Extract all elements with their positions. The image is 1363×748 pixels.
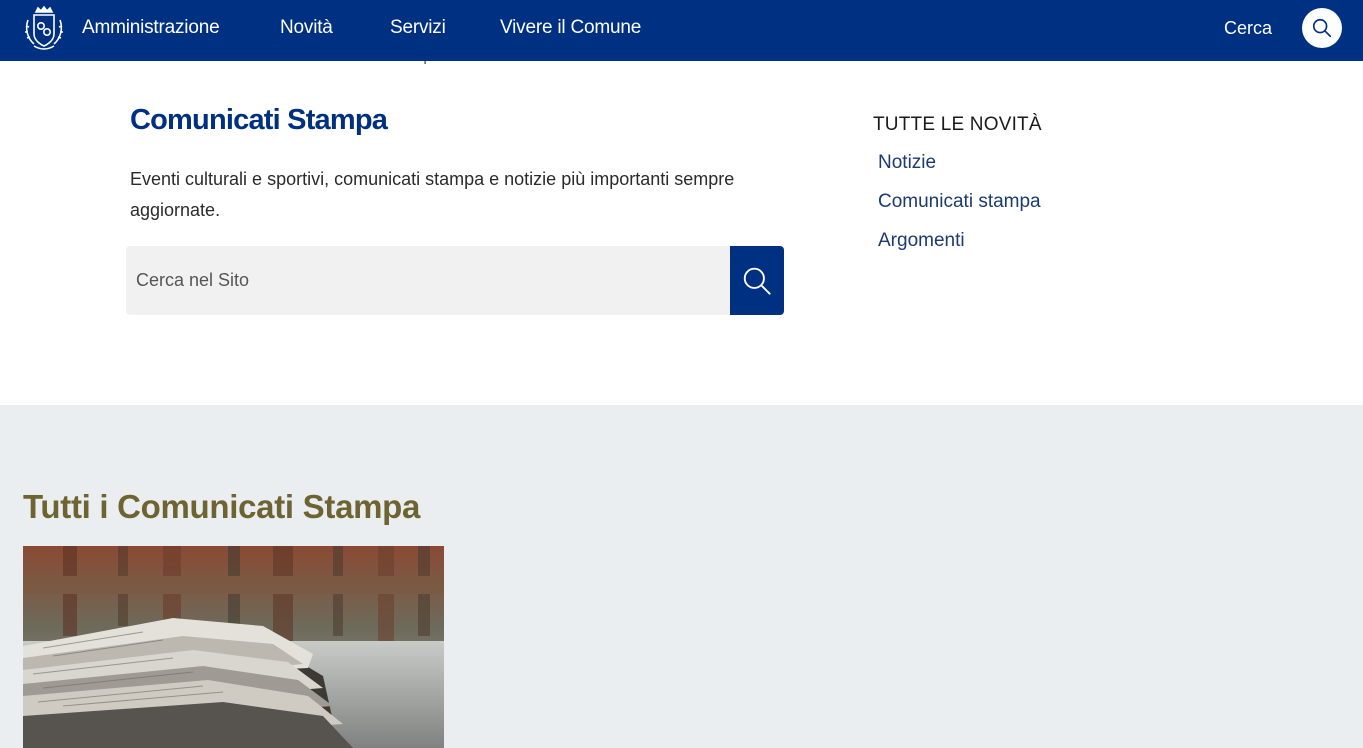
sidebar-link-notizie[interactable]: Notizie: [878, 152, 936, 174]
press-releases-section: Tutti i Comunicati Stampa: [0, 405, 1363, 748]
sidebar-link-argomenti[interactable]: Argomenti: [878, 230, 965, 252]
nav-item-novita[interactable]: Novità: [280, 17, 333, 39]
search-input[interactable]: [126, 246, 730, 315]
search-submit-button[interactable]: [730, 246, 784, 315]
sidebar-link-comunicati-stampa[interactable]: Comunicati stampa: [878, 191, 1041, 213]
search-icon: [743, 267, 771, 295]
search-label[interactable]: Cerca: [1224, 18, 1272, 39]
page-title: Comunicati Stampa: [130, 104, 388, 136]
nav-item-servizi[interactable]: Servizi: [390, 17, 446, 39]
section-title: Tutti i Comunicati Stampa: [23, 488, 421, 525]
site-search: [126, 246, 784, 315]
sidebar-title: TUTTE LE NOVITÀ: [873, 114, 1042, 135]
site-header: Amministrazione Novità Servizi Vivere il…: [0, 0, 1363, 61]
search-icon: [1312, 18, 1332, 38]
municipal-crest-icon[interactable]: [22, 5, 66, 54]
nav-item-amministrazione[interactable]: Amministrazione: [82, 17, 220, 39]
newspapers-image[interactable]: [23, 546, 444, 748]
page-description: Eventi culturali e sportivi, comunicati …: [130, 169, 735, 220]
nav-item-vivere-il-comune[interactable]: Vivere il Comune: [500, 17, 641, 39]
header-search-button[interactable]: [1302, 8, 1342, 48]
